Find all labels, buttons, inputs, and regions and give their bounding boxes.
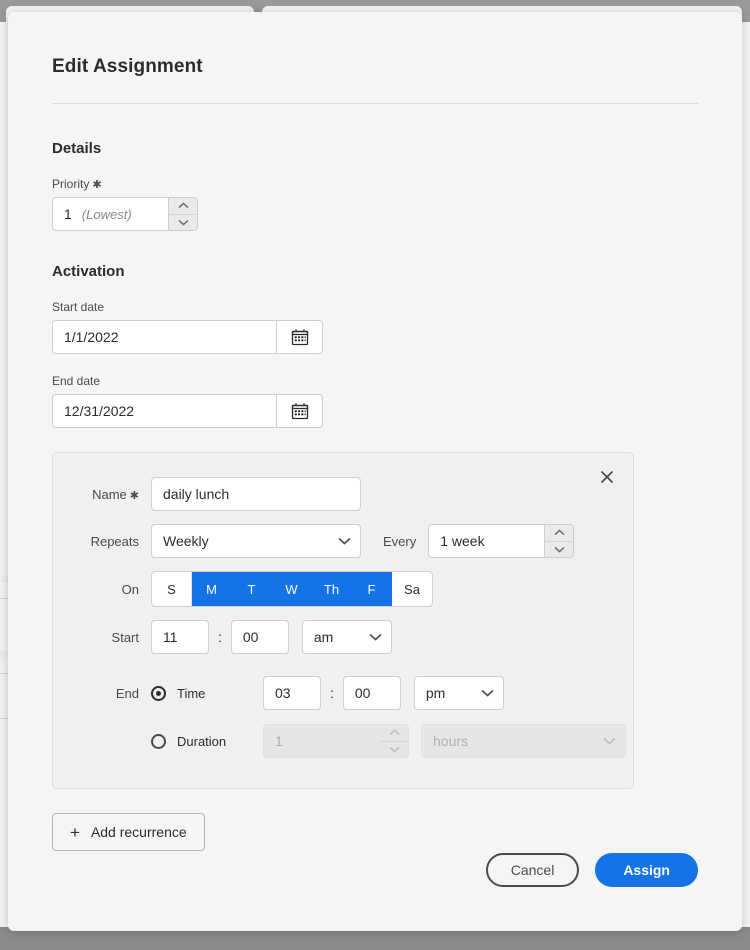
start-date-input[interactable]: 1/1/2022 <box>52 320 276 354</box>
repeats-value: Weekly <box>163 533 209 549</box>
stepper-decrement-button <box>380 742 408 758</box>
chevron-down-icon <box>388 746 400 753</box>
recurrence-name-input[interactable]: daily lunch <box>151 477 361 511</box>
end-duration-radio-label: Duration <box>177 733 227 749</box>
end-meridiem-select[interactable]: pm <box>413 676 504 710</box>
start-meridiem-select[interactable]: am <box>301 620 392 654</box>
chevron-down-icon <box>554 546 565 553</box>
plus-icon: + <box>70 822 80 842</box>
required-asterisk-icon: ✱ <box>92 179 102 191</box>
every-input[interactable]: 1 week <box>428 524 545 558</box>
cancel-button[interactable]: Cancel <box>485 853 580 887</box>
duration-stepper: 1 <box>263 724 409 758</box>
day-toggle-saturday[interactable]: Sa <box>392 572 432 606</box>
dialog-title: Edit Assignment <box>52 56 203 77</box>
priority-label: Priority ✱ <box>52 177 698 191</box>
start-meridiem-value: am <box>313 629 334 645</box>
recurrence-name-label-text: Name <box>92 486 127 502</box>
priority-input[interactable]: 1 (Lowest) <box>52 197 168 231</box>
add-recurrence-label: Add recurrence <box>90 824 187 840</box>
stepper-decrement-button[interactable] <box>169 215 197 231</box>
on-label: On <box>121 581 139 597</box>
start-date-field[interactable]: 1/1/2022 <box>52 320 323 354</box>
duration-unit-select: hours <box>421 724 626 758</box>
recurrence-repeats-row: Repeats Weekly Every 1 week <box>53 524 633 558</box>
day-toggle-thursday[interactable]: Th <box>312 572 352 606</box>
chevron-up-icon <box>554 529 565 536</box>
priority-label-text: Priority <box>52 177 90 191</box>
dialog-footer: Cancel Assign <box>485 853 698 887</box>
day-of-week-group[interactable]: S M T W Th F Sa <box>151 571 433 607</box>
required-asterisk-icon: ✱ <box>129 489 139 502</box>
recurrence-end-duration-row: Duration 1 hours <box>53 724 633 758</box>
day-toggle-monday[interactable]: M <box>192 572 232 606</box>
day-toggle-tuesday[interactable]: T <box>232 572 272 606</box>
chevron-down-icon <box>603 737 616 745</box>
add-recurrence-button[interactable]: + Add recurrence <box>52 813 205 851</box>
calendar-icon <box>291 329 308 346</box>
duration-unit-value: hours <box>433 733 469 749</box>
end-date-input[interactable]: 12/31/2022 <box>52 394 276 428</box>
chevron-down-icon <box>338 537 351 545</box>
end-time-radio[interactable] <box>151 685 166 701</box>
assign-button[interactable]: Assign <box>595 853 698 887</box>
end-minute-input[interactable]: 00 <box>342 676 401 710</box>
repeats-label: Repeats <box>90 533 139 549</box>
priority-stepper[interactable]: 1 (Lowest) <box>52 197 198 231</box>
day-toggle-friday[interactable]: F <box>352 572 392 606</box>
end-date-calendar-button[interactable] <box>276 394 323 428</box>
edit-assignment-dialog: Edit Assignment Details Priority ✱ 1 (Low… <box>8 12 742 931</box>
stepper-increment-button[interactable] <box>169 198 197 215</box>
chevron-down-icon <box>481 689 494 697</box>
duration-stepper-buttons <box>380 724 409 758</box>
recurrence-on-row: On S M T W Th F Sa <box>53 571 633 607</box>
start-time-label: Start <box>111 629 139 645</box>
chevron-up-icon <box>388 729 400 736</box>
end-label: End <box>115 685 139 701</box>
recurrence-name-label: Name ✱ <box>71 487 151 502</box>
activation-section-heading: Activation <box>52 263 125 280</box>
end-time-radio-label: Time <box>177 685 206 701</box>
chevron-down-icon <box>369 633 382 641</box>
recurrence-start-row: Start 11 : 00 am <box>53 620 633 654</box>
chevron-down-icon <box>177 219 189 226</box>
end-duration-radio[interactable] <box>151 733 166 749</box>
day-toggle-wednesday[interactable]: W <box>272 572 312 606</box>
title-divider <box>52 103 698 104</box>
end-date-field[interactable]: 12/31/2022 <box>52 394 323 428</box>
details-section-heading: Details <box>52 140 102 157</box>
start-minute-input[interactable]: 00 <box>230 620 289 654</box>
every-stepper[interactable]: 1 week <box>428 524 575 558</box>
start-time-separator: : <box>218 629 222 645</box>
recurrence-end-time-row: End Time 03 : 00 pm <box>53 676 633 710</box>
recurrence-card: Name ✱ daily lunch Repeats Weekly Every 1… <box>52 452 634 789</box>
calendar-icon <box>291 403 308 420</box>
duration-input: 1 <box>263 724 380 758</box>
stepper-increment-button <box>380 725 408 742</box>
repeats-select[interactable]: Weekly <box>151 524 361 558</box>
stepper-increment-button[interactable] <box>545 525 574 542</box>
day-toggle-sunday[interactable]: S <box>152 572 192 606</box>
priority-hint: (Lowest) <box>81 206 132 222</box>
priority-stepper-buttons[interactable] <box>168 197 198 231</box>
recurrence-name-row: Name ✱ daily lunch <box>53 477 633 511</box>
end-hour-input[interactable]: 03 <box>263 676 321 710</box>
end-time-separator: : <box>330 685 334 701</box>
priority-value: 1 <box>64 206 72 222</box>
close-x-icon <box>600 470 614 484</box>
start-hour-input[interactable]: 11 <box>151 620 209 654</box>
chevron-up-icon <box>177 202 189 209</box>
end-meridiem-value: pm <box>425 685 446 701</box>
close-icon[interactable] <box>595 465 619 489</box>
start-date-label: Start date <box>52 300 105 314</box>
stepper-decrement-button[interactable] <box>545 542 573 558</box>
every-label: Every <box>383 533 417 549</box>
every-stepper-buttons[interactable] <box>544 524 575 558</box>
end-date-label: End date <box>52 374 101 388</box>
start-date-calendar-button[interactable] <box>276 320 323 354</box>
